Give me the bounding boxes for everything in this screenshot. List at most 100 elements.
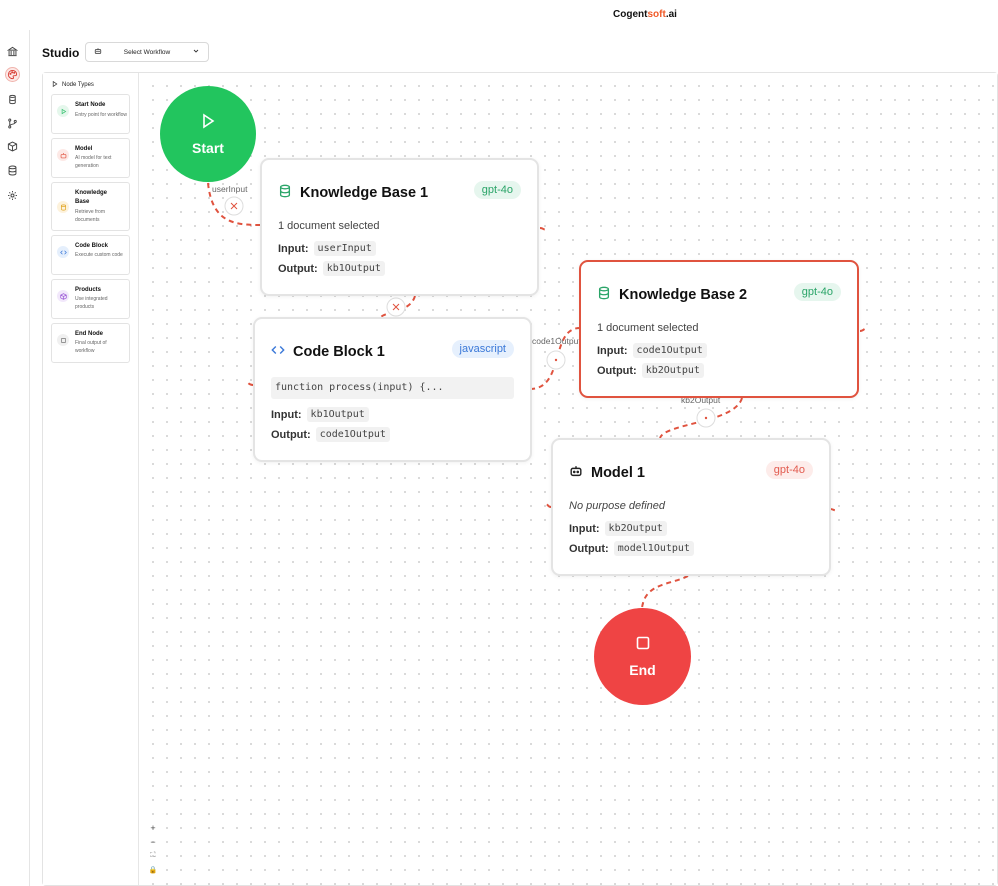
- model-badge: gpt-4o: [793, 283, 841, 301]
- top-bar: Cogentsoft.ai: [0, 0, 998, 30]
- palette-item-start-node[interactable]: Start Node Entry point for workflow: [51, 94, 130, 134]
- bot-icon: [569, 464, 583, 482]
- database-icon: [597, 286, 611, 304]
- chevron-down-icon: [192, 47, 200, 57]
- palette-icon[interactable]: [5, 67, 20, 82]
- start-node[interactable]: Start: [160, 86, 256, 182]
- palette-item-name: Model: [75, 146, 93, 152]
- cube-icon: [57, 290, 69, 302]
- palette-item-desc: Execute custom code: [75, 252, 123, 258]
- input-label: Input:: [271, 408, 302, 421]
- fit-view-button[interactable]: ⛶: [146, 850, 160, 862]
- palette-item-desc: Entry point for workflow: [75, 112, 127, 118]
- output-label: Output:: [271, 428, 311, 441]
- code-icon: [271, 343, 285, 361]
- edge-code1-in: [245, 381, 254, 386]
- palette-item-name: End Node: [75, 331, 103, 337]
- node-output-row: Output: model1Output: [569, 541, 694, 556]
- settings-icon[interactable]: [5, 188, 20, 203]
- node-output-row: Output: kb1Output: [278, 261, 385, 276]
- palette-item-desc: Final output of workflow: [75, 340, 107, 354]
- input-label: Input:: [278, 242, 309, 255]
- page-title: Studio: [42, 46, 80, 60]
- palette-item-name: Code Block: [75, 243, 109, 249]
- node-input-row: Input: kb1Output: [271, 407, 369, 422]
- output-label: Output:: [278, 262, 318, 275]
- workflow-canvas[interactable]: userInput code1Output kb2Output Start Kn…: [140, 73, 997, 885]
- input-value: code1Output: [632, 343, 707, 358]
- palette-item-model[interactable]: Model AI model for text generation: [51, 138, 130, 178]
- knowledge-base-node[interactable]: Knowledge Base 1 gpt-4o 1 document selec…: [260, 158, 539, 296]
- input-label: Input:: [569, 522, 600, 535]
- end-node-label: End: [629, 662, 656, 678]
- palette-header[interactable]: Node Types: [52, 80, 94, 89]
- play-icon: [57, 105, 69, 117]
- palette-item-name: Knowledge Base: [75, 190, 108, 205]
- output-value: kb1Output: [322, 261, 385, 276]
- input-value: kb1Output: [306, 407, 369, 422]
- node-title: Code Block 1: [293, 344, 385, 360]
- language-badge: javascript: [451, 340, 514, 358]
- bot-icon: [57, 149, 69, 161]
- code-preview: function process(input) {...: [271, 377, 514, 399]
- node-title: Model 1: [591, 465, 645, 481]
- lock-button[interactable]: 🔒: [146, 864, 160, 876]
- left-rail: [0, 30, 30, 886]
- edge-marker-dot: [704, 416, 708, 420]
- node-title: Knowledge Base 2: [619, 287, 748, 303]
- git-branch-icon[interactable]: [5, 116, 20, 131]
- node-output-row: Output: code1Output: [271, 427, 390, 442]
- square-icon: [635, 635, 651, 662]
- input-label: Input:: [597, 344, 628, 357]
- model-node[interactable]: Model 1 gpt-4o No purpose defined Input:…: [551, 438, 831, 576]
- palette-item-desc: Retrieve from documents: [75, 209, 106, 223]
- code-block-node[interactable]: Code Block 1 javascript function process…: [253, 317, 532, 462]
- database-icon[interactable]: [5, 163, 20, 178]
- edge-label-userinput: userInput: [212, 184, 248, 194]
- zoom-in-button[interactable]: +: [146, 822, 160, 834]
- model-badge: gpt-4o: [473, 181, 521, 199]
- node-info: No purpose defined: [569, 500, 666, 512]
- edge-label-code1output: code1Output: [532, 336, 581, 346]
- knowledge-base-node-selected[interactable]: Knowledge Base 2 gpt-4o 1 document selec…: [579, 260, 859, 398]
- palette-title: Node Types: [62, 82, 94, 88]
- cylinder-icon[interactable]: [5, 92, 20, 107]
- code-icon: [57, 246, 69, 258]
- input-value: userInput: [313, 241, 376, 256]
- node-input-row: Input: userInput: [278, 241, 376, 256]
- palette-item-knowledge-base[interactable]: Knowledge Base Retrieve from documents: [51, 182, 130, 231]
- edge-marker-dot: [554, 358, 558, 362]
- workflow-select[interactable]: Select Workflow: [85, 42, 209, 62]
- play-icon: [200, 113, 216, 140]
- palette-item-products[interactable]: Products Use integrated products: [51, 279, 130, 319]
- palette-item-name: Products: [75, 287, 102, 293]
- bank-icon[interactable]: [5, 44, 20, 59]
- start-node-label: Start: [192, 139, 224, 156]
- palette-item-name: Start Node: [75, 102, 106, 108]
- palette-item-desc: Use integrated products: [75, 296, 108, 310]
- output-label: Output:: [597, 364, 637, 377]
- bot-icon: [94, 47, 102, 57]
- node-info: 1 document selected: [278, 220, 380, 232]
- node-title: Knowledge Base 1: [300, 185, 429, 201]
- output-value: model1Output: [613, 541, 694, 556]
- model-badge: gpt-4o: [765, 461, 813, 479]
- node-info: 1 document selected: [597, 322, 699, 334]
- palette-item-code-block[interactable]: Code Block Execute custom code: [51, 235, 130, 275]
- palette-item-end-node[interactable]: End Node Final output of workflow: [51, 323, 130, 363]
- edge-kb2-in-stub: [859, 327, 867, 332]
- square-icon: [57, 334, 69, 346]
- database-icon: [57, 201, 69, 213]
- database-icon: [278, 184, 292, 202]
- output-label: Output:: [569, 542, 609, 555]
- node-input-row: Input: code1Output: [597, 343, 707, 358]
- node-palette: Node Types Start Node Entry point for wo…: [43, 73, 139, 885]
- zoom-out-button[interactable]: −: [146, 836, 160, 848]
- palette-item-desc: AI model for text generation: [75, 155, 112, 169]
- box-icon[interactable]: [5, 139, 20, 154]
- edge-model1-end: [641, 575, 689, 609]
- workflow-select-label: Select Workflow: [123, 48, 171, 56]
- end-node[interactable]: End: [594, 608, 691, 705]
- edge-model1-out-stub: [829, 508, 839, 512]
- node-output-row: Output: kb2Output: [597, 363, 704, 378]
